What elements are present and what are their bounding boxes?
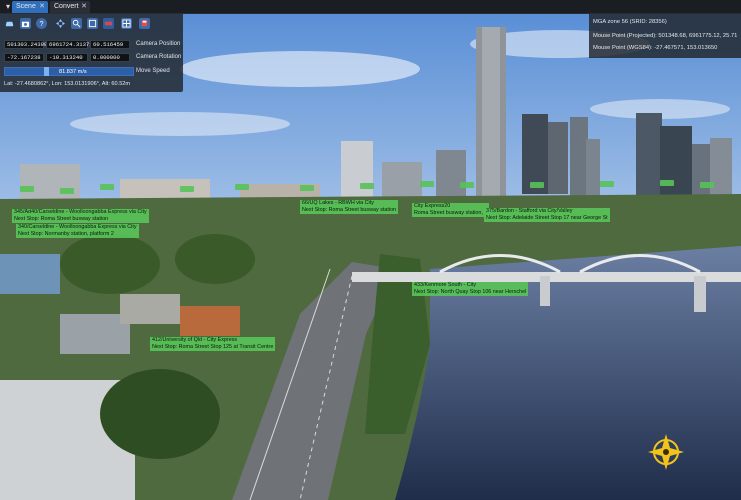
bus-label[interactable]: 412/University of Qld - City Express Nex… — [150, 337, 276, 351]
move-icon[interactable] — [55, 18, 66, 29]
camera-position-label: Camera Position — [136, 41, 181, 47]
bus-route: 375/Bardon - Stafford via City/Valley — [486, 208, 573, 214]
tab-bar: ▾ Scene ✕ Convert ✕ — [0, 0, 741, 14]
scene-viewport[interactable]: 345/Ad40/Carseldine - Woolloongabba Expr… — [0, 14, 741, 500]
bus-label[interactable]: 433/Kenmore South - City Next Stop: Nort… — [412, 282, 529, 296]
tab-convert-label: Convert — [54, 3, 79, 10]
info-panel: MGA zone 56 (SRID: 28356) Mouse Point (P… — [589, 14, 741, 58]
lat-lon-readout: Lat: -27.4680862°, Lon: 153.0131906°, Al… — [4, 81, 131, 87]
bus-tag[interactable] — [20, 186, 34, 192]
bus-tag[interactable] — [700, 182, 714, 188]
bus-next-stop: Next Stop: Roma Street busway station — [302, 207, 397, 213]
bus-route: 345/Ad40/Carseldine - Woolloongabba Expr… — [14, 209, 147, 215]
bus-tag[interactable] — [600, 181, 614, 187]
tab-convert[interactable]: Convert ✕ — [50, 1, 90, 13]
fit-icon[interactable] — [87, 18, 98, 29]
grid-icon[interactable] — [121, 18, 132, 29]
bus-next-stop: Next Stop: Roma Street busway station — [14, 216, 109, 222]
tab-scene-label: Scene — [16, 3, 36, 10]
bus-next-stop: Next Stop: Roma Street Stop 125 at Trans… — [152, 344, 274, 350]
bus-tag[interactable] — [60, 188, 74, 194]
bus-tag[interactable] — [180, 186, 194, 192]
local-icon[interactable] — [103, 18, 114, 29]
bus-tag[interactable] — [660, 180, 674, 186]
help-icon[interactable]: ? — [36, 18, 47, 29]
bus-label[interactable]: 340/Carseldine - Woolloongabba Express v… — [16, 224, 139, 238]
camera-rotation-x[interactable]: -72.167238 — [4, 53, 44, 62]
close-icon[interactable]: ✕ — [81, 1, 87, 13]
camera-rotation-label: Camera Rotation — [136, 54, 182, 60]
bus-tag[interactable] — [420, 181, 434, 187]
bus-tag[interactable] — [100, 184, 114, 190]
bus-label[interactable]: 375/Bardon - Stafford via City/Valley Ne… — [484, 208, 610, 222]
bus-tag[interactable] — [235, 184, 249, 190]
bus-route: 433/Kenmore South - City — [414, 282, 477, 288]
tab-scene[interactable]: Scene ✕ — [12, 1, 48, 13]
bus-tag[interactable] — [360, 183, 374, 189]
camera-position-z[interactable]: 60.516459 — [90, 40, 130, 49]
bus-tag[interactable] — [530, 182, 544, 188]
slider-handle[interactable] — [44, 67, 50, 76]
bus-route: City Express20 — [414, 203, 451, 209]
bus-next-stop: Roma Street busway station, 2 — [414, 210, 488, 216]
svg-text:?: ? — [40, 19, 44, 28]
mouse-wgs84-readout: Mouse Point (WGS84): -27.467571, 153.013… — [593, 45, 718, 51]
bus-label[interactable]: 345/Ad40/Carseldine - Woolloongabba Expr… — [12, 209, 149, 223]
close-icon[interactable]: ✕ — [39, 1, 45, 13]
camera-position-x[interactable]: 501303.243996 — [4, 40, 51, 49]
zoom-icon[interactable] — [71, 18, 82, 29]
camera-position-y[interactable]: 6961724.31371 — [46, 40, 93, 49]
transit-icon[interactable] — [139, 18, 150, 29]
bus-tag[interactable] — [460, 182, 474, 188]
bus-next-stop: Next Stop: Normanby station, platform 2 — [18, 231, 114, 237]
bus-route: 412/University of Qld - City Express — [152, 337, 238, 343]
camera-rotation-z[interactable]: 0.000000 — [90, 53, 130, 62]
camera-icon[interactable] — [20, 18, 31, 29]
bus-label[interactable]: 66/UQ Lakes - RBWH via City Next Stop: R… — [300, 200, 399, 214]
bus-label[interactable]: City Express20 Roma Street busway statio… — [412, 203, 490, 217]
move-speed-label: Move Speed — [136, 68, 170, 74]
mouse-projected-readout: Mouse Point (Projected): 501348.68, 6961… — [593, 33, 738, 39]
camera-rotation-y[interactable]: -10.313240 — [46, 53, 88, 62]
move-speed-value: 81.837 m/s — [59, 69, 87, 75]
crs-readout: MGA zone 56 (SRID: 28356) — [593, 19, 667, 25]
move-speed-slider[interactable]: 81.837 m/s — [4, 67, 134, 76]
bus-tag[interactable] — [300, 185, 314, 191]
bus-route: 66/UQ Lakes - RBWH via City — [302, 200, 374, 206]
bus-next-stop: Next Stop: North Quay Stop 106 near Hers… — [414, 289, 527, 295]
bus-route: 340/Carseldine - Woolloongabba Express v… — [18, 224, 137, 230]
bus-next-stop: Next Stop: Adelaide Street Stop 17 near … — [486, 215, 608, 221]
camera-toolbar: ? 501303.243996 6961724.31371 60.516459 … — [0, 14, 183, 92]
car-icon[interactable] — [4, 18, 15, 29]
